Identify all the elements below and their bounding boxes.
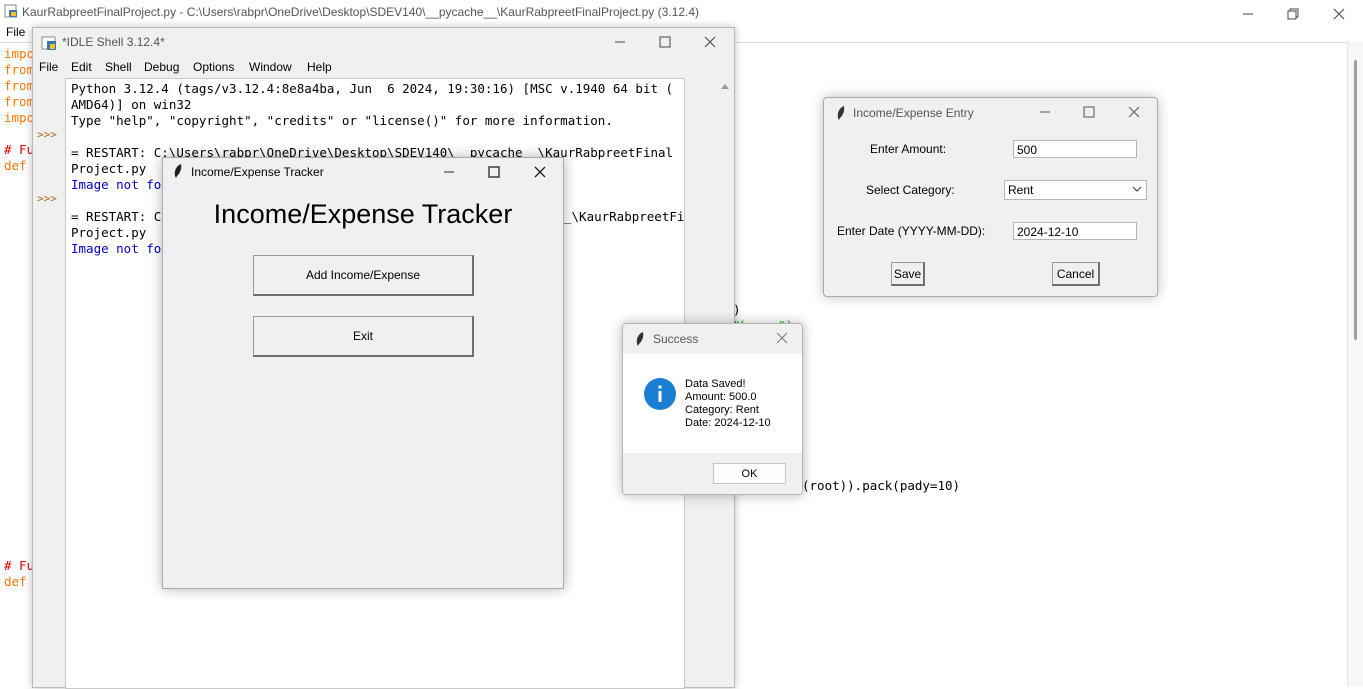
tracker-minimize-button[interactable] (426, 158, 472, 186)
tracker-close-button[interactable] (517, 158, 563, 186)
tracker-maximize-button[interactable] (471, 158, 517, 186)
close-icon (1128, 106, 1140, 118)
close-icon (704, 36, 716, 48)
shell-menu-file[interactable]: File (39, 60, 58, 74)
code-line: def (4, 158, 35, 173)
tk-feather-icon (837, 106, 845, 120)
shell-line: = RESTART: C (71, 209, 162, 224)
code-line: from (4, 94, 35, 109)
cancel-button[interactable]: Cancel (1052, 262, 1100, 286)
entry-window: Income/Expense Entry Enter Amount: 500 S… (823, 97, 1158, 297)
exit-button[interactable]: Exit (253, 316, 474, 357)
success-message-line: Category: Rent (685, 404, 759, 416)
shell-prompt: >>> (37, 192, 57, 205)
success-title-bar: Success (623, 324, 802, 354)
editor-scrollbar[interactable] (1347, 42, 1363, 686)
chevron-down-icon (1132, 186, 1142, 192)
shell-menu-debug[interactable]: Debug (144, 60, 179, 74)
tracker-window: Income/Expense Tracker Income/Expense Tr… (162, 157, 564, 589)
ok-button[interactable]: OK (713, 463, 786, 484)
date-input[interactable]: 2024-12-10 (1013, 222, 1137, 240)
entry-minimize-button[interactable] (1022, 98, 1068, 126)
code-line: from (4, 62, 35, 77)
scroll-up-icon (721, 84, 729, 89)
code-fragment: (root)).pack(pady=10) (802, 478, 961, 493)
shell-menu-shell[interactable]: Shell (105, 60, 132, 74)
restore-icon (1287, 8, 1299, 20)
tracker-heading: Income/Expense Tracker (213, 199, 513, 229)
date-label: Enter Date (YYYY-MM-DD): (837, 224, 986, 238)
save-button[interactable]: Save (891, 262, 925, 286)
close-icon (1333, 8, 1345, 20)
minimize-icon (1040, 111, 1050, 113)
minimize-icon (444, 171, 454, 173)
shell-minimize-button[interactable] (597, 28, 643, 56)
editor-menu-file[interactable]: File (6, 25, 25, 39)
shell-line: Type "help", "copyright", "credits" or "… (71, 113, 613, 128)
code-line: # Fu (4, 558, 35, 573)
shell-line: Project.py (71, 225, 147, 240)
code-line: from (4, 78, 35, 93)
tracker-window-title: Income/Expense Tracker (191, 165, 324, 179)
close-icon (776, 332, 788, 344)
amount-label: Enter Amount: (870, 142, 947, 156)
editor-title-bar: KaurRabpreetFinalProject.py - C:\Users\r… (0, 0, 1363, 24)
shell-line: Image not fo (71, 241, 162, 256)
editor-title: KaurRabpreetFinalProject.py - C:\Users\r… (22, 5, 699, 19)
code-line: # Fu (4, 142, 35, 157)
category-select[interactable]: Rent (1004, 180, 1147, 200)
editor-scroll-thumb[interactable] (1354, 60, 1357, 340)
close-icon (534, 166, 546, 178)
shell-menubar: File Edit Shell Debug Options Window Hel… (33, 58, 734, 76)
add-income-expense-button[interactable]: Add Income/Expense (253, 255, 474, 296)
code-line: impo (4, 110, 35, 125)
success-dialog: Success Data Saved! Amount: 500.0 Catego… (622, 323, 803, 495)
shell-line-tail: _\KaurRabpreetFinal (564, 209, 685, 224)
shell-line: Image not fo (71, 177, 162, 192)
entry-window-title: Income/Expense Entry (853, 106, 974, 120)
maximize-icon (1083, 106, 1095, 118)
category-selected-value: Rent (1008, 183, 1034, 197)
tk-feather-icon (174, 164, 182, 178)
shell-menu-help[interactable]: Help (307, 60, 332, 74)
success-window-title: Success (653, 332, 699, 346)
success-message-line: Date: 2024-12-10 (685, 417, 771, 429)
success-button-bar: OK (623, 453, 802, 494)
code-line: def (4, 574, 35, 589)
shell-maximize-button[interactable] (642, 28, 688, 56)
shell-prompt: >>> (37, 128, 57, 141)
python-file-icon (4, 4, 17, 18)
amount-input[interactable]: 500 (1013, 140, 1137, 158)
shell-menu-edit[interactable]: Edit (71, 60, 92, 74)
minimize-icon (1243, 13, 1253, 15)
success-message-line: Data Saved! (685, 378, 746, 390)
tk-feather-icon (636, 332, 644, 346)
category-label: Select Category: (866, 183, 955, 197)
shell-title: *IDLE Shell 3.12.4* (62, 35, 165, 49)
success-message-line: Amount: 500.0 (685, 391, 757, 403)
shell-close-button[interactable] (687, 28, 733, 56)
idle-icon (41, 36, 56, 50)
maximize-icon (488, 166, 500, 178)
entry-maximize-button[interactable] (1066, 98, 1112, 126)
code-line: impo (4, 46, 35, 61)
shell-menu-options[interactable]: Options (193, 60, 234, 74)
maximize-icon (659, 36, 671, 48)
entry-close-button[interactable] (1111, 98, 1157, 126)
shell-menu-window[interactable]: Window (249, 60, 292, 74)
shell-line: Python 3.12.4 (tags/v3.12.4:8e8a4ba, Jun… (71, 81, 674, 96)
shell-line: AMD64)] on win32 (71, 97, 192, 112)
info-icon (644, 378, 676, 410)
success-close-button[interactable] (764, 324, 800, 352)
shell-line: Project.py (71, 161, 147, 176)
success-message: Data Saved! Amount: 500.0 Category: Rent… (685, 378, 771, 430)
minimize-icon (615, 41, 625, 43)
